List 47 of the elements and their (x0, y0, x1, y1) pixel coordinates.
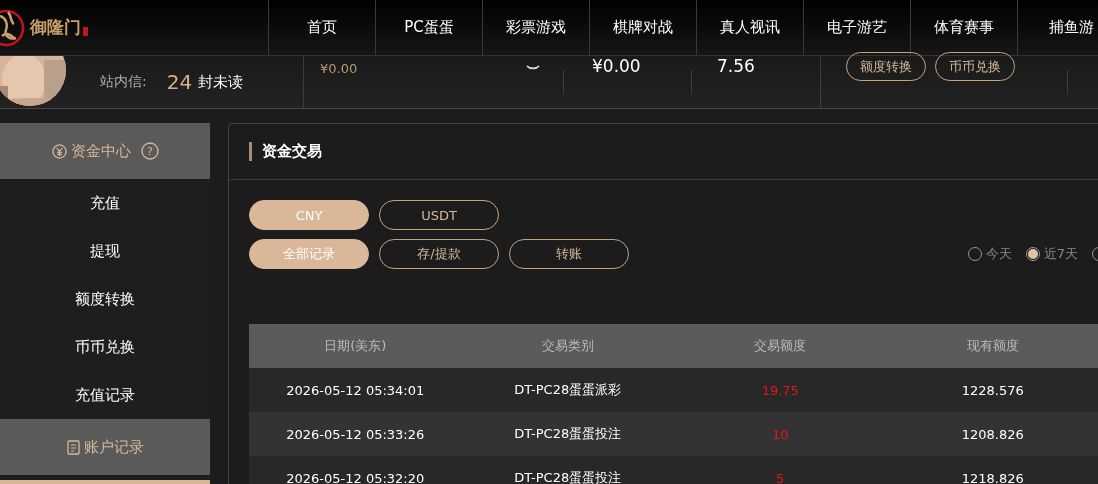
sidebar-item[interactable]: 充值 (0, 179, 210, 227)
sidebar-item[interactable]: 充值记录 (0, 371, 210, 419)
document-icon (66, 439, 80, 455)
points-value: 7.56 (717, 56, 755, 76)
sidebar-section-header[interactable]: 资金中心 ? (0, 123, 210, 179)
table-cell: 1208.826 (886, 412, 1098, 456)
table-cell: 2026-05-12 05:33:26 (249, 412, 462, 456)
yuan-coin-icon (51, 143, 67, 159)
nav-item[interactable]: 体育赛事 (910, 0, 1017, 55)
table-cell: 1228.576 (886, 368, 1098, 412)
nav-item[interactable]: 首页 (268, 0, 375, 55)
unread-label: 封未读 (198, 72, 244, 92)
section-title: 资金中心 (70, 141, 131, 161)
nav-item[interactable]: 捕鱼游 (1017, 0, 1098, 55)
column-header: 日期(美东) (249, 324, 462, 368)
column-header: 交易额度 (674, 324, 887, 368)
table-cell: 5 (674, 456, 887, 484)
table-cell: 2026-05-12 05:34:01 (249, 368, 462, 412)
nav-item[interactable]: 棋牌对战 (589, 0, 696, 55)
balance-value: ¥0.00 (592, 56, 641, 76)
nav-item[interactable]: 电子游艺 (803, 0, 910, 55)
sidebar-item[interactable]: 币币兑换 (0, 323, 210, 371)
table-cell: DT-PC28蛋蛋投注 (461, 456, 674, 484)
seal-icon (83, 27, 88, 36)
nav-item[interactable]: 彩票游戏 (482, 0, 589, 55)
help-icon[interactable]: ? (140, 142, 159, 160)
table-cell: DT-PC28蛋蛋派彩 (461, 368, 674, 412)
radio-label[interactable]: 近7天 (1043, 245, 1078, 263)
table-cell: 2026-05-12 05:32:20 (249, 456, 462, 484)
table-cell: 19.75 (674, 368, 887, 412)
column-header: 现有额度 (886, 324, 1098, 368)
sidebar-item[interactable]: 额度转换 (0, 275, 210, 323)
sidebar-section-header[interactable]: 账户记录 (0, 419, 210, 475)
sidebar-item[interactable]: 提现 (0, 227, 210, 275)
logo-text: 御隆门 (30, 16, 81, 39)
nav-item[interactable]: 真人视讯 (696, 0, 803, 55)
panel-title: 资金交易 (262, 142, 322, 161)
table-cell: DT-PC28蛋蛋投注 (461, 412, 674, 456)
table-cell: 1218.826 (886, 456, 1098, 484)
radio-label[interactable]: 今天 (985, 245, 1012, 263)
nav-item[interactable]: PC蛋蛋 (375, 0, 482, 55)
balance-text: ¥0.00 (320, 61, 358, 76)
unread-count: 24 (166, 70, 193, 94)
table-cell: 10 (674, 412, 887, 456)
section-title: 账户记录 (83, 437, 144, 457)
column-header: 交易类别 (461, 324, 674, 368)
inbox-label: 站内信: (100, 73, 147, 91)
